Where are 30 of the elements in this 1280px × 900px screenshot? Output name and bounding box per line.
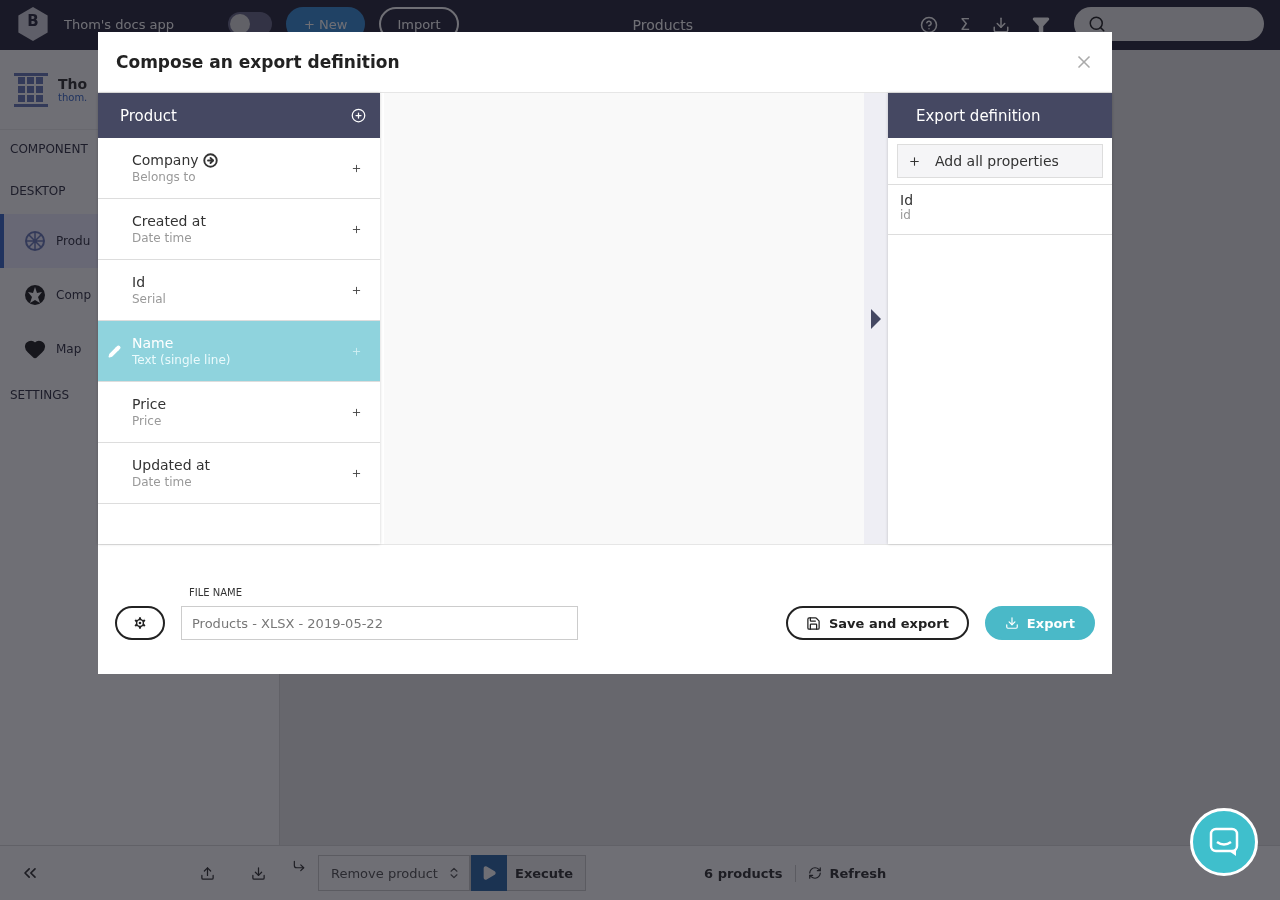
property-name: Name [132, 335, 174, 351]
export-field-name: Id [900, 192, 914, 208]
profile-email: thom. [58, 92, 88, 103]
section-label: COMPONENT [10, 142, 88, 158]
profile-name: Tho [58, 76, 88, 92]
property-type: Date time [132, 231, 193, 245]
sidebar-item-label: Produ [56, 234, 91, 248]
column-title: Product [120, 106, 177, 125]
field-label: FILE NAME [188, 587, 244, 598]
property-type: Serial [132, 292, 167, 306]
property-name: Created at [132, 213, 206, 229]
property-name: Company [132, 152, 199, 168]
property-name: Updated at [132, 457, 211, 473]
property-name: Price [132, 396, 167, 412]
section-label: SETTINGS [10, 388, 70, 404]
dialog-title: Compose an export definition [116, 52, 400, 72]
sidebar-item-label: Comp [56, 288, 92, 302]
app-name: Thom's docs app [64, 16, 175, 32]
page-title: Products [632, 16, 694, 33]
sidebar-item-label: Map [56, 342, 82, 356]
logo: B [16, 7, 50, 41]
property-name: Id [132, 274, 145, 290]
property-type: Date time [132, 475, 193, 489]
property-type: Text (single line) [132, 353, 232, 367]
property-type: Belongs to [132, 170, 197, 184]
property-type: Price [132, 414, 163, 428]
section-label: DESKTOP [10, 184, 66, 200]
export-field-key: id [900, 208, 1100, 222]
record-count: 6 products [704, 865, 783, 881]
column-title: Export definition [916, 106, 1041, 125]
